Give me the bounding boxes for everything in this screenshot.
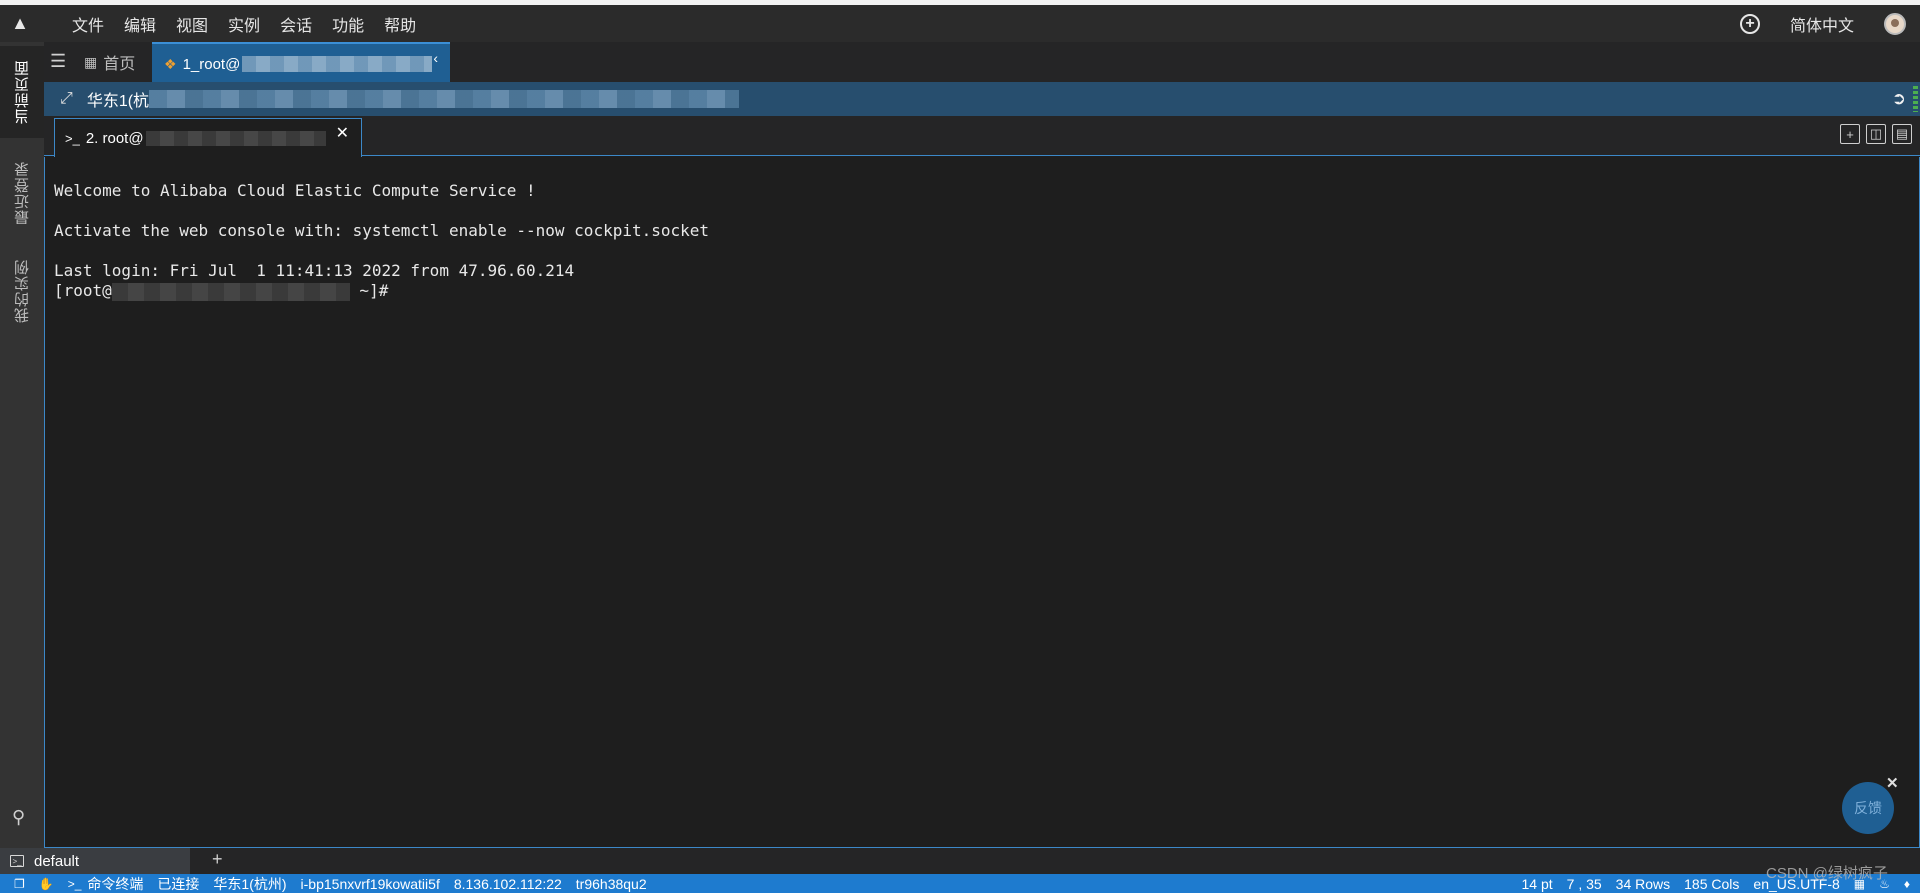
shirt-icon[interactable]: ♦ — [1904, 877, 1910, 891]
status-rows: 34 Rows — [1615, 875, 1671, 892]
prompt-end: ~]# — [349, 281, 389, 300]
redacted-hostname — [111, 282, 350, 301]
pin-icon[interactable]: ⚲ — [12, 807, 25, 828]
menu-view[interactable]: 视图 — [176, 12, 208, 36]
signal-indicator — [1913, 86, 1918, 112]
copy-icon[interactable]: ❐ — [14, 877, 25, 891]
terminal-line: Last login: Fri Jul 1 11:41:13 2022 from… — [54, 261, 575, 280]
tab-session[interactable]: ❖ 1_root@ ‹ — [152, 42, 450, 84]
terminal-output[interactable]: Welcome to Alibaba Cloud Elastic Compute… — [44, 157, 1920, 848]
tab-default-session[interactable]: >_ default — [0, 848, 190, 874]
menu-edit[interactable]: 编辑 — [124, 12, 156, 36]
sidebar-tab-my-instances-label: 我的实例 — [13, 259, 31, 323]
tab-home-label: 首页 — [103, 56, 136, 73]
menu-function[interactable]: 功能 — [332, 12, 364, 36]
terminal-line: Welcome to Alibaba Cloud Elastic Compute… — [54, 181, 536, 200]
status-region: 华东1(杭州) — [213, 875, 287, 892]
status-left: ❐ ✋ >_ 命令终端 已连接 华东1(杭州) i-bp15nxvrf19kow… — [0, 874, 647, 893]
close-icon[interactable]: ✕ — [336, 123, 349, 143]
status-font-size[interactable]: 14 pt — [1522, 876, 1553, 892]
menu-session[interactable]: 会话 — [280, 12, 312, 36]
status-connection: 已连接 — [157, 875, 200, 892]
left-sidebar: 当前页面 最近登录 我的实例 ⚲ — [0, 42, 44, 848]
close-icon[interactable]: ✕ — [1886, 774, 1899, 792]
tab-session-label: 1_root@ — [182, 55, 241, 73]
host-bar: ⤢ 华东1(杭 ➲ — [44, 82, 1920, 116]
terminal-prompt: [root@ ~]# — [54, 281, 1919, 301]
redacted-host — [242, 56, 433, 72]
menu-instance[interactable]: 实例 — [228, 12, 260, 36]
linux-penguin-icon[interactable]: ▲ — [0, 5, 40, 42]
prompt-start: [root@ — [54, 281, 112, 300]
status-code: tr96h38qu2 — [575, 875, 647, 892]
redacted-host-info — [149, 90, 740, 108]
collapse-icon[interactable]: ‹ — [433, 50, 438, 66]
terminal-layout-tools: + ◫ ▤ — [1840, 124, 1912, 144]
terminal-prompt-icon: >_ — [67, 876, 82, 891]
terminal-prompt-icon: >_ — [65, 130, 80, 146]
sidebar-tab-current-page-label: 当前页面 — [13, 60, 31, 124]
add-session-button[interactable]: + — [212, 849, 223, 870]
language-selector[interactable]: 简体中文 — [1790, 12, 1854, 36]
redacted-host — [145, 130, 326, 146]
menu-bar: ▲ 文件 编辑 视图 实例 会话 功能 帮助 + 简体中文 — [0, 5, 1920, 42]
menu-help[interactable]: 帮助 — [384, 12, 416, 36]
avatar[interactable] — [1884, 12, 1906, 35]
split-horizontal-icon[interactable]: ▤ — [1892, 124, 1912, 144]
app-root: ▲ 文件 编辑 视图 实例 会话 功能 帮助 + 简体中文 当前页面 最近登录 … — [0, 0, 1920, 893]
terminal-line: Activate the web console with: systemctl… — [54, 221, 710, 240]
terminal-tab-bar: >_ 2. root@ ✕ + ◫ ▤ — [44, 116, 1920, 157]
sidebar-tab-current-page[interactable]: 当前页面 — [0, 46, 44, 138]
status-cursor-pos: 7 , 35 — [1566, 875, 1602, 892]
tab-terminal-label: 2. root@ — [85, 129, 144, 147]
status-instance-id: i-bp15nxvrf19kowatii5f — [300, 875, 440, 892]
fullscreen-icon[interactable]: ⤢ — [60, 90, 73, 108]
session-icon: ❖ — [164, 55, 177, 72]
add-pane-icon[interactable]: + — [1840, 124, 1860, 144]
host-region-label: 华东1(杭 — [86, 93, 150, 110]
tab-default-label: default — [34, 852, 80, 870]
menu-items: 文件 编辑 视图 实例 会话 功能 帮助 — [72, 12, 436, 36]
menu-file[interactable]: 文件 — [72, 12, 104, 36]
sidebar-tab-recent-login[interactable]: 最近登录 — [0, 148, 44, 238]
sidebar-tab-my-instances[interactable]: 我的实例 — [0, 246, 44, 336]
grid-icon: ▦ — [84, 53, 98, 70]
tab-home[interactable]: ▦ 首页 — [84, 42, 135, 82]
exit-icon[interactable]: ➲ — [1892, 89, 1906, 109]
add-circle-icon[interactable]: + — [1739, 13, 1760, 34]
status-terminal-label: 命令终端 — [87, 875, 144, 892]
menu-right: + 简体中文 — [1739, 5, 1906, 42]
menu-indent-icon[interactable]: ☰ — [50, 51, 72, 73]
tab-terminal[interactable]: >_ 2. root@ ✕ — [54, 118, 362, 157]
sidebar-tab-recent-login-label: 最近登录 — [13, 161, 31, 225]
top-tab-bar: ☰ ▦ 首页 ❖ 1_root@ ‹ — [44, 42, 1920, 84]
status-ip: 8.136.102.112:22 — [453, 875, 562, 892]
terminal-icon: >_ — [10, 855, 24, 867]
status-cols: 185 Cols — [1684, 875, 1740, 892]
split-vertical-icon[interactable]: ◫ — [1866, 124, 1886, 144]
watermark: CSDN @绿树疯子 — [1766, 865, 1888, 882]
hand-icon[interactable]: ✋ — [39, 877, 54, 891]
session-bar: >_ default + — [0, 848, 1920, 874]
status-bar: ❐ ✋ >_ 命令终端 已连接 华东1(杭州) i-bp15nxvrf19kow… — [0, 874, 1920, 893]
